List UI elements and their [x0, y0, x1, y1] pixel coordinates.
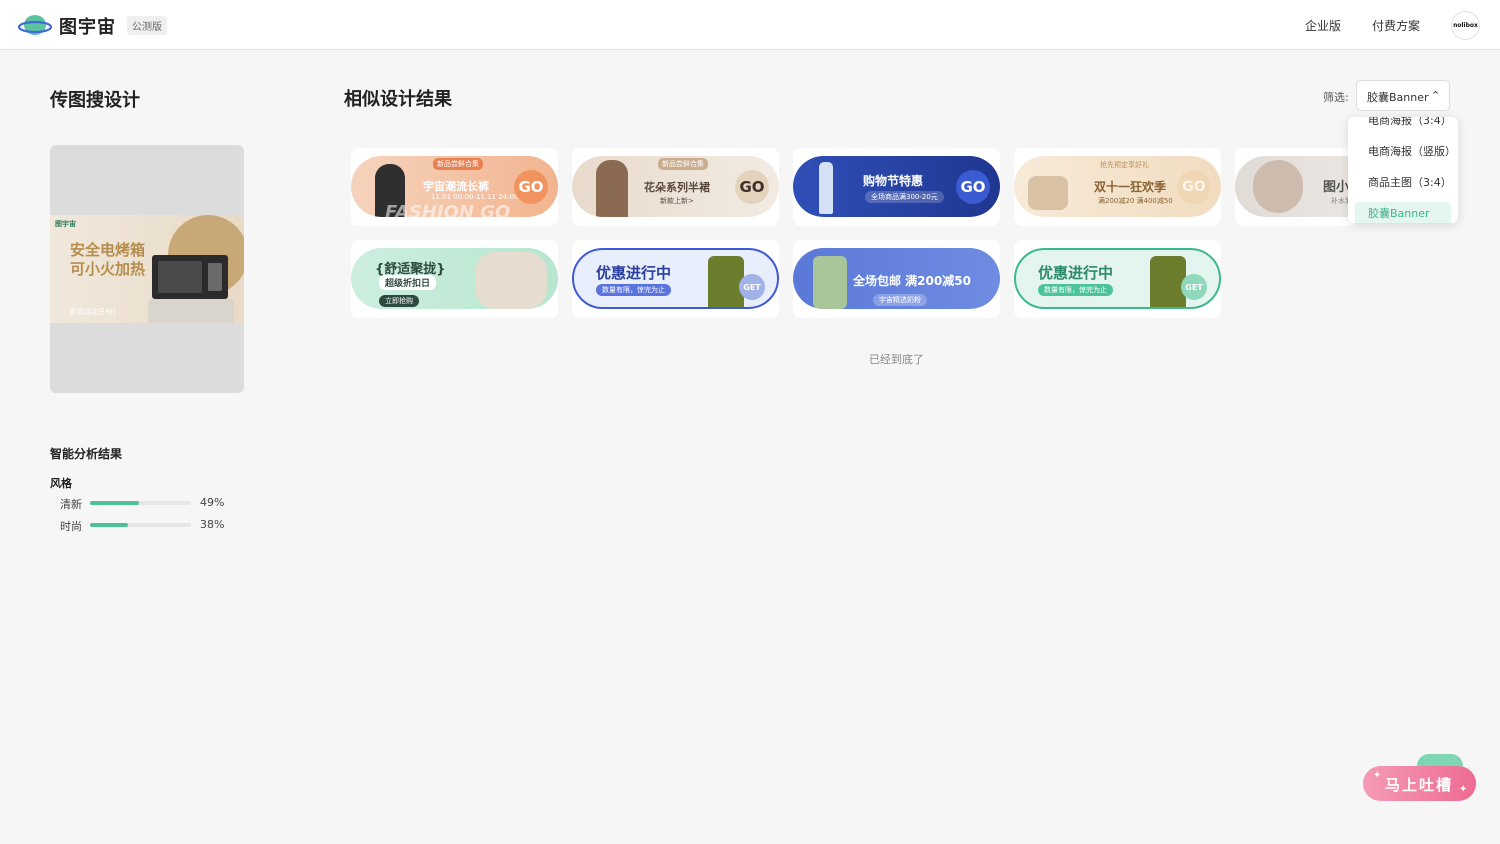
- similar-results-title: 相似设计结果: [344, 89, 452, 110]
- nav-enterprise[interactable]: 企业版: [1305, 17, 1341, 34]
- get-button: GET: [1181, 274, 1207, 300]
- get-button: GET: [739, 274, 765, 300]
- result-card-4[interactable]: 抢先预定享好礼 双十一狂欢季 满200减20 满400减50 GO: [1014, 148, 1221, 226]
- banner-subtitle: 全场商品满300-20元: [865, 191, 944, 203]
- style-progress-fill: [90, 523, 129, 527]
- filter-select[interactable]: 胶囊Banner ⌃: [1356, 80, 1450, 111]
- banner-tag: 抢先预定享好礼: [1100, 161, 1149, 169]
- product-bottle: [819, 162, 833, 214]
- style-row-fresh: 清新 49%: [60, 496, 230, 511]
- banner-subtitle: 满200减20 满400减50: [1098, 197, 1173, 205]
- sparkle-icon: ✦: [1373, 770, 1382, 781]
- cream-jar: [1028, 176, 1068, 210]
- banner-title: 全场包邮 满200减50: [853, 274, 971, 288]
- banner-tag: 新品尝鲜合集: [433, 158, 483, 170]
- result-card-7[interactable]: 优惠进行中 数量有限，惊完为止 GET: [572, 240, 779, 318]
- style-row-fashion: 时尚 38%: [60, 518, 230, 533]
- banner-title: 图小: [1323, 180, 1350, 195]
- banner-big-text: FASHION GO: [385, 202, 511, 217]
- microwave-icon: [152, 255, 228, 299]
- result-card-3[interactable]: 购物节特惠 全场商品满300-20元 GO: [793, 148, 1000, 226]
- go-button: GO: [956, 170, 990, 204]
- milk-can: [813, 256, 847, 309]
- filter-selected-value: 胶囊Banner: [1367, 91, 1429, 104]
- banner-bg: 全场包邮 满200减50 宇宙精选奶粉: [793, 248, 1000, 309]
- banner-button: 立即抢购: [379, 295, 419, 307]
- filter-option-poster-vertical[interactable]: 电商海报（竖版）: [1348, 140, 1458, 164]
- filter-option-product-main[interactable]: 商品主图（3:4）: [1348, 171, 1458, 195]
- analysis-style-label: 风格: [50, 477, 72, 490]
- avatar[interactable]: nolibox: [1451, 11, 1480, 40]
- uploaded-image-card[interactable]: 图宇宙 安全电烤箱 可小火加热 新品活动日9行: [50, 145, 244, 393]
- feedback-label: 马上吐槽: [1385, 776, 1454, 794]
- go-button: GO: [514, 170, 548, 204]
- result-card-1[interactable]: 新品尝鲜合集 宇宙潮流长裤 11.01 00:00-11.11 24:00 FA…: [351, 148, 558, 226]
- filter-option-capsule-banner[interactable]: 胶囊Banner: [1355, 202, 1451, 223]
- beta-badge: 公测版: [127, 16, 167, 35]
- preview-headline-1: 安全电烤箱: [70, 241, 146, 259]
- banner-title: 双十一狂欢季: [1094, 180, 1167, 194]
- banner-bg: 新品尝鲜合集 宇宙潮流长裤 11.01 00:00-11.11 24:00 FA…: [351, 156, 558, 217]
- go-button: GO: [1177, 170, 1211, 204]
- style-percent: 38%: [200, 518, 225, 531]
- banner-bg: 优惠进行中 数量有限，惊完为止 GET: [572, 248, 779, 309]
- banner-title: 购物节特惠: [863, 174, 924, 188]
- preview-footer: 新品活动日9行: [70, 308, 117, 316]
- chevron-up-icon: ⌃: [1431, 89, 1441, 102]
- sparkle-icon: ✦: [1459, 784, 1468, 795]
- banner-bg: {舒适聚拢} 超级折扣日 立即抢购: [351, 248, 558, 309]
- preview-headline-2: 可小火加热: [70, 260, 146, 278]
- banner-bg: 图小 补水乳: [1235, 156, 1355, 217]
- style-progress-fill: [90, 501, 140, 505]
- end-of-list-note: 已经到底了: [869, 353, 924, 366]
- banner-title: 宇宙潮流长裤: [423, 180, 489, 193]
- banner-subtitle: 新款上新>: [660, 197, 694, 205]
- banner-subtitle: 数量有限，惊完为止: [1038, 284, 1113, 296]
- style-percent: 49%: [200, 496, 225, 509]
- banner-subtitle: 超级折扣日: [379, 275, 437, 290]
- model-figure: [596, 160, 628, 217]
- filter-dropdown-menu: 电商海报（3:4） 电商海报（竖版） 商品主图（3:4） 胶囊Banner: [1348, 117, 1458, 223]
- filter-label: 筛选:: [1323, 91, 1349, 104]
- style-progress-track: [90, 523, 191, 527]
- result-card-2[interactable]: 新品尝鲜合集 花朵系列半裙 新款上新> GO: [572, 148, 779, 226]
- pedestal-shape: [148, 299, 234, 323]
- banner-title: 优惠进行中: [596, 264, 672, 282]
- style-label: 时尚: [60, 520, 82, 533]
- top-bar: 图宇宙 公测版 企业版 付费方案 nolibox: [0, 0, 1500, 50]
- product-photo: [475, 252, 547, 309]
- feedback-button[interactable]: ✦ 马上吐槽 ✦: [1363, 766, 1476, 801]
- preview-logo-text: 图宇宙: [55, 220, 76, 228]
- filter-option-poster-3x4[interactable]: 电商海报（3:4）: [1348, 117, 1458, 133]
- brand-name[interactable]: 图宇宙: [59, 13, 116, 39]
- banner-bg: 新品尝鲜合集 花朵系列半裙 新款上新> GO: [572, 156, 779, 217]
- upload-search-title: 传图搜设计: [50, 90, 140, 111]
- go-button: GO: [735, 170, 769, 204]
- result-card-8[interactable]: 全场包邮 满200减50 宇宙精选奶粉: [793, 240, 1000, 318]
- banner-bg: 抢先预定享好礼 双十一狂欢季 满200减20 满400减50 GO: [1014, 156, 1221, 217]
- banner-title: 花朵系列半裙: [644, 181, 710, 194]
- result-card-9[interactable]: 优惠进行中 数量有限，惊完为止 GET: [1014, 240, 1221, 318]
- banner-bg: 购物节特惠 全场商品满300-20元 GO: [793, 156, 1000, 217]
- result-card-6[interactable]: {舒适聚拢} 超级折扣日 立即抢购: [351, 240, 558, 318]
- planet-logo-icon[interactable]: [18, 11, 52, 39]
- analysis-title: 智能分析结果: [50, 447, 123, 461]
- style-label: 清新: [60, 498, 82, 511]
- product-circle: [1253, 160, 1303, 213]
- nav-pricing[interactable]: 付费方案: [1372, 17, 1420, 34]
- result-card-5[interactable]: 图小 补水乳: [1235, 148, 1355, 226]
- banner-subtitle: 数量有限，惊完为止: [596, 284, 671, 296]
- banner-tag: 新品尝鲜合集: [658, 158, 708, 170]
- banner-subtitle: 11.01 00:00-11.11 24:00: [431, 193, 519, 201]
- uploaded-image-preview: 图宇宙 安全电烤箱 可小火加热 新品活动日9行: [50, 215, 244, 323]
- banner-bg: 优惠进行中 数量有限，惊完为止 GET: [1014, 248, 1221, 309]
- banner-title: 优惠进行中: [1038, 264, 1114, 282]
- banner-subtitle: 宇宙精选奶粉: [873, 294, 927, 306]
- style-progress-track: [90, 501, 191, 505]
